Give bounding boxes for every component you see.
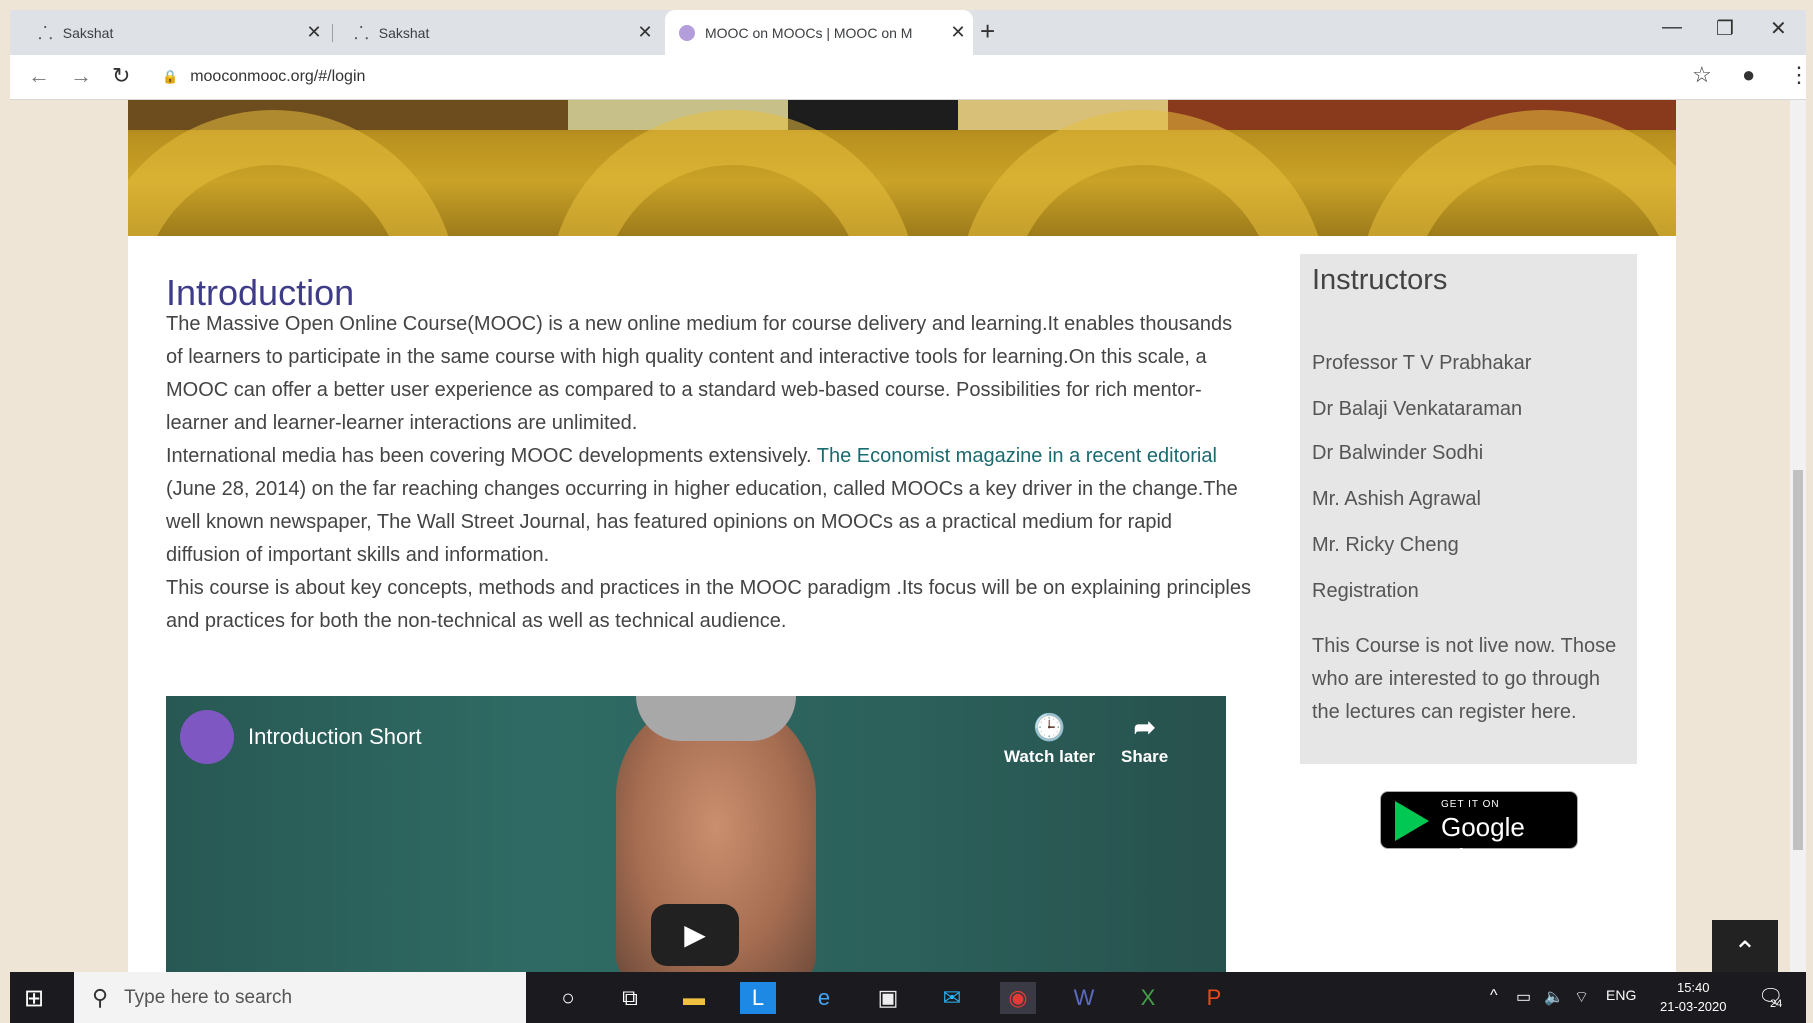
back-icon[interactable]: ← xyxy=(28,63,50,89)
video-player[interactable]: Introduction Short 🕒 Watch later ➦ Share… xyxy=(166,696,1226,972)
share-label: Share xyxy=(1121,747,1169,766)
scroll-to-top-button[interactable]: ⌃ xyxy=(1712,920,1778,972)
tab-sakshat-2[interactable]: ⸫ Sakshat ✕ xyxy=(340,10,660,55)
registration-link[interactable]: Registration xyxy=(1312,580,1419,603)
instructors-heading: Instructors xyxy=(1312,264,1448,296)
banner-photo xyxy=(788,100,958,130)
task-view-icon[interactable]: ⧉ xyxy=(612,982,648,1014)
watch-later-button[interactable]: 🕒 Watch later xyxy=(1004,712,1095,767)
tab-mooc[interactable]: MOOC on MOOCs | MOOC on M ✕ xyxy=(665,10,973,55)
instructor-link[interactable]: Mr. Ricky Cheng xyxy=(1312,534,1459,557)
system-clock[interactable]: 15:40 21-03-2020 xyxy=(1660,978,1727,1016)
mail-icon[interactable]: ✉ xyxy=(934,982,970,1014)
instructor-link[interactable]: Dr Balaji Venkataraman xyxy=(1312,398,1522,421)
clock-time: 15:40 xyxy=(1676,980,1710,995)
tab-strip: ⸫ Sakshat ✕ ⸫ Sakshat ✕ MOOC on MOOCs | … xyxy=(10,10,1806,55)
notification-count: 24 xyxy=(1770,998,1783,1010)
lock-icon: 🔒 xyxy=(162,69,179,84)
tray-chevron-icon[interactable]: ^ xyxy=(1490,987,1498,1005)
network-icon[interactable]: ▭ xyxy=(1516,987,1531,1007)
address-bar[interactable]: 🔒 mooconmooc.org/#/login xyxy=(162,63,365,91)
bookmark-star-icon[interactable]: ☆ xyxy=(1692,62,1712,88)
url-text: mooconmooc.org/#/login xyxy=(190,68,366,85)
wifi-icon[interactable]: ⌔ xyxy=(1574,987,1589,1007)
forward-icon[interactable]: → xyxy=(70,63,92,89)
tab-title: MOOC on MOOCs | MOOC on M xyxy=(705,24,913,41)
channel-avatar[interactable] xyxy=(180,710,234,764)
store-icon[interactable]: ▣ xyxy=(870,982,906,1014)
badge-big-text: Google Play xyxy=(1441,812,1525,873)
screen: ⸫ Sakshat ✕ ⸫ Sakshat ✕ MOOC on MOOCs | … xyxy=(10,10,1806,1023)
intro-paragraph-1: The Massive Open Online Course(MOOC) is … xyxy=(166,313,1233,434)
page-viewport: Introduction The Massive Open Online Cou… xyxy=(10,100,1806,972)
restore-icon[interactable]: ❐ xyxy=(1716,16,1734,41)
economist-link[interactable]: The Economist magazine in a recent edito… xyxy=(817,445,1217,467)
chrome-icon[interactable]: ◉ xyxy=(1000,982,1036,1014)
mooc-banner-image xyxy=(128,100,1676,236)
close-window-icon[interactable]: ✕ xyxy=(1770,16,1787,41)
profile-icon[interactable]: ● xyxy=(1742,62,1755,88)
app-l-icon[interactable]: L xyxy=(740,982,776,1014)
page-scrollbar[interactable] xyxy=(1790,100,1806,972)
menu-icon[interactable]: ⋮ xyxy=(1788,62,1806,88)
close-icon[interactable]: ✕ xyxy=(630,22,660,43)
instructor-link[interactable]: Professor T V Prabhakar xyxy=(1312,352,1531,375)
sakshat-icon: ⸫ xyxy=(354,22,369,43)
windows-taskbar: ⊞ ⚲ Type here to search ○ ⧉ ▬ L e ▣ ✉ ◉ … xyxy=(10,972,1806,1023)
course-status-note: This Course is not live now. Those who a… xyxy=(1312,635,1617,723)
google-play-badge[interactable]: GET IT ON Google Play xyxy=(1380,791,1578,873)
intro-paragraph-3: This course is about key concepts, metho… xyxy=(166,577,1251,632)
tab-title: Sakshat xyxy=(62,24,114,41)
search-icon: ⚲ xyxy=(92,984,109,1010)
tab-title: Sakshat xyxy=(378,24,430,41)
badge-small-text: GET IT ON xyxy=(1441,799,1500,810)
windows-start-icon[interactable]: ⊞ xyxy=(24,984,44,1013)
site-icon xyxy=(679,24,695,41)
video-title[interactable]: Introduction Short xyxy=(248,724,422,750)
minimize-icon[interactable]: — xyxy=(1662,16,1682,39)
tab-separator xyxy=(332,24,333,42)
search-placeholder: Type here to search xyxy=(124,986,293,1008)
scrollbar-thumb[interactable] xyxy=(1793,470,1803,850)
instructor-link[interactable]: Mr. Ashish Agrawal xyxy=(1312,488,1481,511)
main-content: Introduction The Massive Open Online Cou… xyxy=(128,236,1676,972)
play-button[interactable]: ▶ xyxy=(651,904,739,966)
share-button[interactable]: ➦ Share xyxy=(1121,712,1168,767)
reload-icon[interactable]: ↻ xyxy=(112,63,130,89)
word-icon[interactable]: W xyxy=(1066,982,1102,1014)
close-icon[interactable]: ✕ xyxy=(299,22,329,43)
clock-date: 21-03-2020 xyxy=(1660,999,1727,1014)
powerpoint-icon[interactable]: P xyxy=(1196,982,1232,1014)
volume-icon[interactable]: 🔈 xyxy=(1544,987,1564,1007)
cortana-icon[interactable]: ○ xyxy=(550,982,586,1014)
clock-icon: 🕒 xyxy=(1033,712,1066,742)
video-thumbnail-hair xyxy=(636,696,796,741)
instructors-panel: Instructors Professor T V Prabhakar Dr B… xyxy=(1300,254,1637,764)
file-explorer-icon[interactable]: ▬ xyxy=(676,982,712,1014)
language-indicator[interactable]: ENG xyxy=(1606,987,1636,1003)
tab-sakshat-1[interactable]: ⸫ Sakshat ✕ xyxy=(24,10,329,55)
edge-icon[interactable]: e xyxy=(806,982,842,1014)
paragraph-text: (June 28, 2014) on the far reaching chan… xyxy=(166,478,1238,566)
paragraph-text: International media has been covering MO… xyxy=(166,445,817,467)
watch-later-label: Watch later xyxy=(1004,747,1096,766)
google-play-icon xyxy=(1395,801,1429,841)
excel-icon[interactable]: X xyxy=(1130,982,1166,1014)
intro-paragraph-2: International media has been covering MO… xyxy=(166,440,1251,572)
instructor-link[interactable]: Dr Balwinder Sodhi xyxy=(1312,442,1483,465)
close-icon[interactable]: ✕ xyxy=(943,22,973,43)
sakshat-icon: ⸫ xyxy=(38,22,53,43)
new-tab-button[interactable]: + xyxy=(980,16,995,47)
address-toolbar: ← → ↻ 🔒 mooconmooc.org/#/login ☆ ● ⋮ xyxy=(10,55,1806,100)
taskbar-search-box[interactable]: ⚲ Type here to search xyxy=(74,972,526,1023)
share-icon: ➦ xyxy=(1133,712,1156,742)
